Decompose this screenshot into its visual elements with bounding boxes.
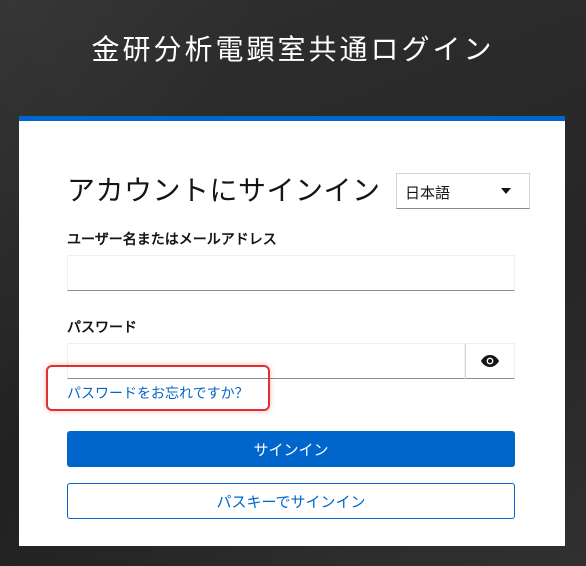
language-select[interactable]: 日本語	[396, 173, 530, 209]
page-title: 金研分析電顕室共通ログイン	[91, 33, 495, 66]
passkey-sign-in-button[interactable]: パスキーでサインイン	[67, 483, 515, 519]
username-label: ユーザー名またはメールアドレス	[67, 232, 277, 248]
chevron-down-icon	[501, 188, 511, 194]
password-label: パスワード	[67, 320, 137, 336]
username-input[interactable]	[67, 255, 515, 291]
login-card: アカウントにサインイン 日本語 ユーザー名またはメールアドレス パスワード パス…	[19, 116, 565, 546]
language-selected: 日本語	[405, 184, 451, 202]
forgot-password-link[interactable]: パスワードをお忘れですか？	[67, 383, 249, 403]
login-heading: アカウントにサインイン	[67, 174, 381, 207]
eye-icon	[481, 355, 499, 367]
sign-in-button[interactable]: サインイン	[67, 431, 515, 467]
show-password-button[interactable]	[465, 343, 515, 379]
